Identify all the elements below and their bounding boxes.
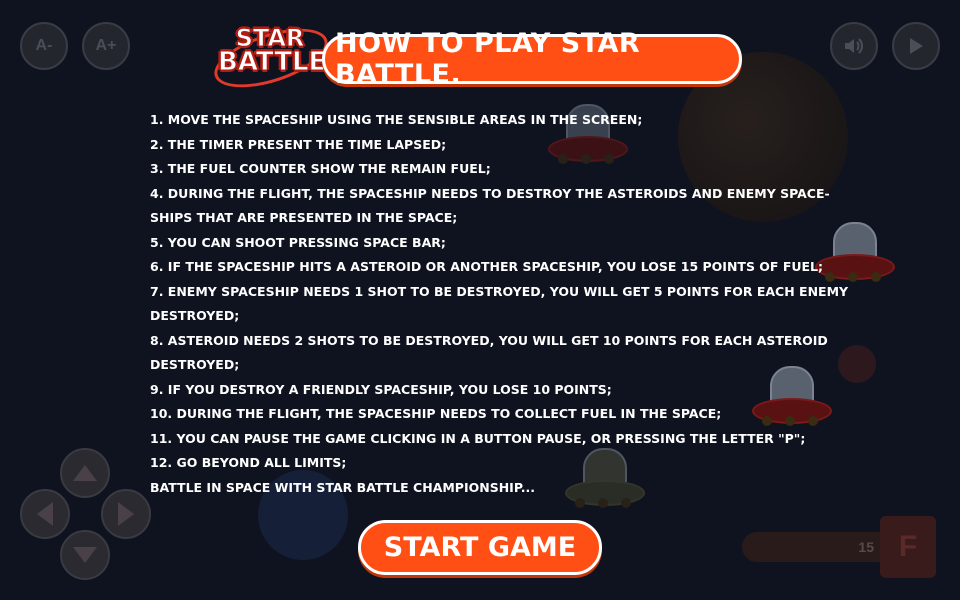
planet bbox=[838, 345, 876, 383]
rule-line: 2. The timer present the time lapsed; bbox=[150, 136, 447, 152]
rule-line: 6. If the spaceship hits a asteroid or a… bbox=[150, 259, 824, 274]
arrow-down-icon bbox=[73, 547, 97, 563]
dpad-left-button[interactable] bbox=[20, 489, 70, 539]
fuel-icon: F bbox=[880, 516, 936, 578]
arrow-left-icon bbox=[37, 502, 53, 526]
fuel-counter: 15 bbox=[742, 532, 892, 562]
dpad-right-button[interactable] bbox=[101, 489, 151, 539]
rules-list: 1. Move the spaceship using the sensible… bbox=[150, 108, 849, 500]
rule-line: 10. During the flight, the spaceship nee… bbox=[150, 406, 722, 421]
dpad-up-button[interactable] bbox=[60, 448, 110, 498]
rule-line: 7. Enemy spaceship needs 1 shot to be de… bbox=[150, 283, 849, 299]
start-game-button[interactable]: START GAME bbox=[358, 520, 602, 575]
arrow-right-icon bbox=[118, 502, 134, 526]
sound-button[interactable] bbox=[830, 22, 878, 70]
rule-line: destroyed; bbox=[150, 308, 240, 323]
star-battle-logo: STAR BATTLE bbox=[207, 16, 335, 100]
dpad-down-button[interactable] bbox=[60, 530, 110, 580]
logo-line-2: BATTLE bbox=[218, 47, 327, 77]
rule-line: 8. Asteroid needs 2 shots to be destroye… bbox=[150, 332, 828, 348]
page-title: HOW TO PLAY STAR BATTLE. bbox=[322, 28, 742, 90]
rule-line: ships that are presented in the space; bbox=[150, 210, 458, 225]
rule-line: 9. If you destroy a friendly spaceship, … bbox=[150, 381, 612, 397]
rule-line: 1. Move the spaceship using the sensible… bbox=[150, 112, 643, 127]
rule-line: 12. Go beyond all limits; bbox=[150, 455, 347, 470]
font-decrease-button[interactable]: A- bbox=[20, 22, 68, 70]
play-button[interactable] bbox=[892, 22, 940, 70]
rule-line: Battle in space with Star Battle Champio… bbox=[150, 479, 535, 495]
rule-line: 3. The fuel counter show the remain fuel… bbox=[150, 161, 491, 176]
arrow-up-icon bbox=[73, 465, 97, 481]
fuel-icon-letter: F bbox=[898, 530, 918, 563]
rule-line: 4. During the flight, the spaceship need… bbox=[150, 185, 830, 201]
font-increase-button[interactable]: A+ bbox=[82, 22, 130, 70]
play-icon bbox=[910, 38, 923, 54]
rule-line: 5. You can shoot pressing space bar; bbox=[150, 234, 446, 250]
page-title-text: HOW TO PLAY STAR BATTLE. bbox=[335, 28, 641, 90]
rule-line: destroyed; bbox=[150, 357, 240, 372]
speaker-icon bbox=[845, 38, 863, 54]
rule-line: 11. You can pause the game clicking in a… bbox=[150, 430, 806, 446]
fuel-value: 15 bbox=[858, 539, 874, 555]
